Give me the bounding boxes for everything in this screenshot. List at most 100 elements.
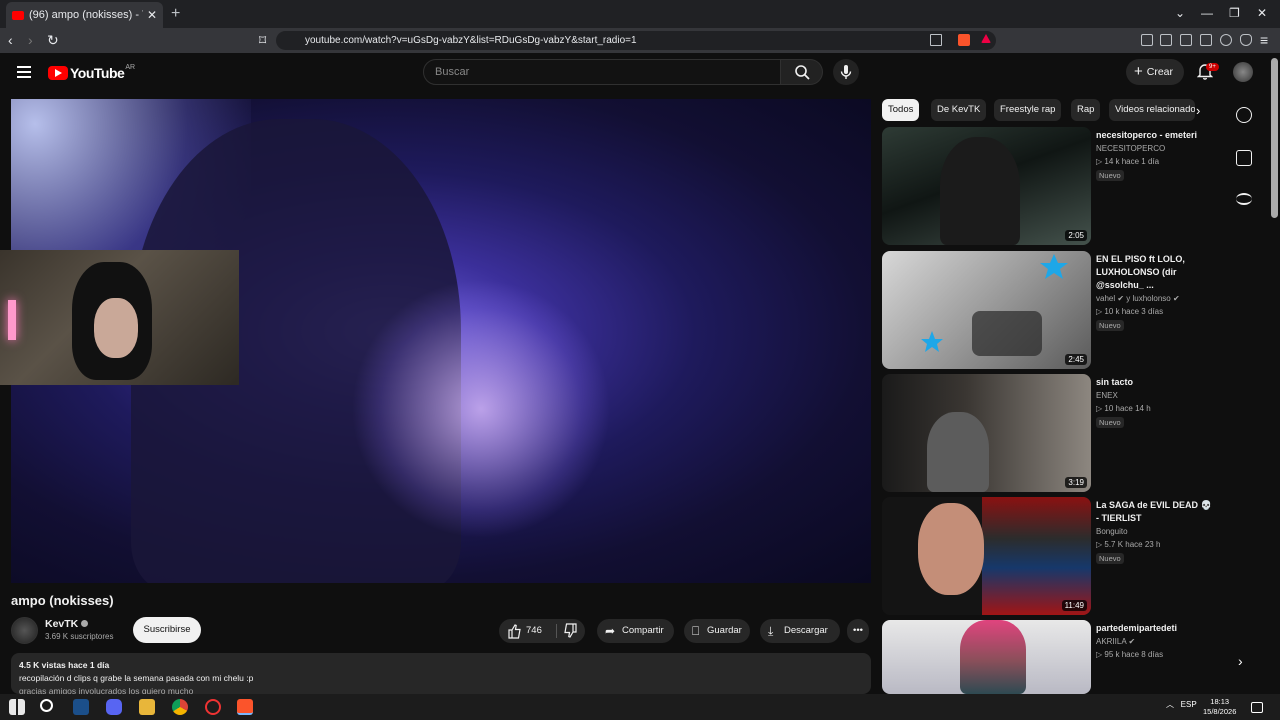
download-icon: ⤓ (768, 624, 774, 638)
tray-chevron-icon[interactable]: ︿ (1166, 700, 1174, 709)
recommendation-channel[interactable]: NECESITOPERCO (1096, 144, 1165, 153)
search-button[interactable] (781, 59, 823, 85)
playlist-icon[interactable] (1236, 193, 1252, 205)
recommendation-title[interactable]: EN EL PISO ft LOLO, LUXHOLONSO (dir @sso… (1096, 253, 1212, 292)
browser-tab[interactable]: (96) ampo (nokisses) - YouTube ✕ (6, 2, 163, 28)
tab-search-icon[interactable]: ⌄ (1175, 6, 1185, 20)
account-avatar[interactable] (1233, 62, 1253, 82)
steam-icon[interactable] (73, 699, 89, 715)
search-input[interactable]: Buscar (423, 59, 781, 85)
forward-icon[interactable]: › (28, 32, 33, 48)
chat-icon[interactable] (1236, 150, 1252, 166)
back-icon[interactable]: ‹ (8, 32, 13, 48)
recommendation-title[interactable]: partedemipartedeti (1096, 622, 1202, 635)
video-duration: 11:49 (1061, 600, 1087, 611)
channel-avatar[interactable] (11, 617, 38, 644)
video-thumbnail[interactable]: 2:05 (882, 127, 1091, 245)
cast-icon[interactable] (930, 34, 942, 46)
info-icon[interactable] (1236, 107, 1252, 123)
like-count: 746 (526, 625, 542, 636)
recommendation-channel[interactable]: ENEX (1096, 391, 1118, 400)
search-icon[interactable] (40, 699, 53, 712)
recommendation-item[interactable]: 2:45 EN EL PISO ft LOLO, LUXHOLONSO (dir… (882, 251, 1202, 369)
media-icon[interactable] (1160, 34, 1172, 46)
channel-name[interactable]: KevTK (45, 618, 89, 630)
obs-icon[interactable] (205, 699, 221, 715)
recommendation-title[interactable]: sin tacto (1096, 376, 1212, 389)
recommendation-channel[interactable]: Bonguito (1096, 527, 1128, 536)
description-box[interactable]: 4.5 K vistas hace 1 día recopilación d c… (11, 653, 871, 694)
chevron-right-icon[interactable]: › (1238, 653, 1243, 669)
video-thumbnail[interactable] (882, 620, 1091, 694)
leo-icon[interactable] (1220, 34, 1232, 46)
language-indicator[interactable]: ESP (1181, 700, 1197, 709)
tab-title: (96) ampo (nokisses) - YouTube (29, 9, 143, 21)
youtube-header: YouTube AR Buscar + Crear 9+ (0, 53, 1280, 93)
maximize-button[interactable]: ❐ (1229, 6, 1240, 20)
youtube-logo[interactable]: YouTube AR (48, 64, 135, 81)
thumbnail-collage (982, 497, 1091, 615)
chip-de-kevtk[interactable]: De KevTK (931, 99, 987, 121)
new-tab-button[interactable]: + (171, 5, 180, 23)
create-button[interactable]: + Crear (1126, 59, 1184, 85)
sidebar-toggle-icon[interactable] (1180, 34, 1192, 46)
share-button[interactable]: ➦ Compartir (597, 619, 674, 643)
notification-center-icon[interactable] (1251, 702, 1263, 713)
recommendation-item[interactable]: 11:49 La SAGA de EVIL DEAD 💀 - TIERLIST … (882, 497, 1212, 615)
reload-icon[interactable]: ↻ (47, 32, 59, 49)
description-line: recopilación d clips q grabe la semana p… (19, 673, 254, 683)
recommendation-title[interactable]: necesitoperco - emeteri (1096, 129, 1212, 142)
clock[interactable]: 18:13 15/8/2026 (1203, 697, 1236, 717)
file-explorer-icon[interactable] (139, 699, 155, 715)
vpn-icon[interactable] (1240, 34, 1252, 46)
bookmark-icon[interactable]: ⌑ (259, 32, 266, 49)
minimize-button[interactable]: — (1201, 6, 1213, 20)
discord-icon[interactable] (106, 699, 122, 715)
webcam-person-face (94, 298, 138, 358)
download-button[interactable]: ⤓ Descargar (760, 619, 840, 643)
windows-start-icon[interactable] (9, 699, 25, 715)
chip-videos-relacionados[interactable]: Videos relacionados (1109, 99, 1195, 121)
youtube-play-icon (48, 66, 68, 80)
recommendation-item[interactable]: partedemipartedeti AKRIILA ✔ ▷ 95 k hace… (882, 620, 1202, 694)
extensions-icon[interactable] (1141, 34, 1153, 46)
page-scrollbar[interactable] (1271, 58, 1278, 218)
video-thumbnail[interactable]: 11:49 (882, 497, 1091, 615)
brave-shield-icon[interactable] (958, 34, 970, 46)
chip-rap[interactable]: Rap (1071, 99, 1101, 121)
close-window-button[interactable]: ✕ (1257, 6, 1267, 20)
new-badge: Nuevo (1096, 320, 1124, 331)
new-badge: Nuevo (1096, 553, 1124, 564)
video-thumbnail[interactable]: 3:19 (882, 374, 1091, 492)
recommendation-channel[interactable]: AKRIILA ✔ (1096, 637, 1135, 646)
like-button[interactable] (508, 619, 522, 653)
chip-freestyle-rap[interactable]: Freestyle rap (994, 99, 1062, 121)
more-actions-button[interactable]: ••• (847, 619, 869, 643)
hamburger-menu-icon[interactable] (17, 66, 31, 78)
chrome-icon[interactable] (172, 699, 188, 715)
brave-icon[interactable] (237, 699, 253, 715)
microphone-icon (840, 65, 852, 79)
video-thumbnail[interactable]: 2:45 (882, 251, 1091, 369)
voice-search-button[interactable] (833, 59, 859, 85)
webcam-overlay (0, 250, 239, 385)
url-field[interactable]: youtube.com/watch?v=uGsDg-vabzY&list=RDu… (276, 31, 996, 50)
recommendation-title[interactable]: La SAGA de EVIL DEAD 💀 - TIERLIST (1096, 499, 1212, 525)
subscribe-button[interactable]: Suscribirse (133, 617, 201, 643)
recommendation-item[interactable]: 3:19 sin tacto ENEX ▷ 10 hace 14 h Nuevo (882, 374, 1202, 492)
save-button[interactable]: ⎕ Guardar (684, 619, 750, 643)
thumbnail-figure (940, 137, 1020, 245)
recommendation-item[interactable]: 2:05 necesitoperco - emeteri NECESITOPER… (882, 127, 1202, 245)
recommendation-channel[interactable]: vahel ✔ y luxholonso ✔ (1096, 294, 1180, 303)
browser-menu-icon[interactable]: ≡ (1260, 32, 1268, 48)
channel-name-text: KevTK (45, 618, 79, 630)
lamp (8, 300, 16, 340)
recommendation-stats: ▷ 95 k hace 8 días (1096, 650, 1164, 659)
dislike-button[interactable] (563, 619, 577, 653)
chip-todos[interactable]: Todos (882, 99, 920, 121)
chevron-right-icon[interactable]: › (1196, 103, 1200, 118)
like-dislike-group: 746 (499, 619, 585, 643)
wallet-icon[interactable] (1200, 34, 1212, 46)
share-label: Compartir (622, 625, 664, 636)
close-tab-icon[interactable]: ✕ (147, 8, 157, 22)
